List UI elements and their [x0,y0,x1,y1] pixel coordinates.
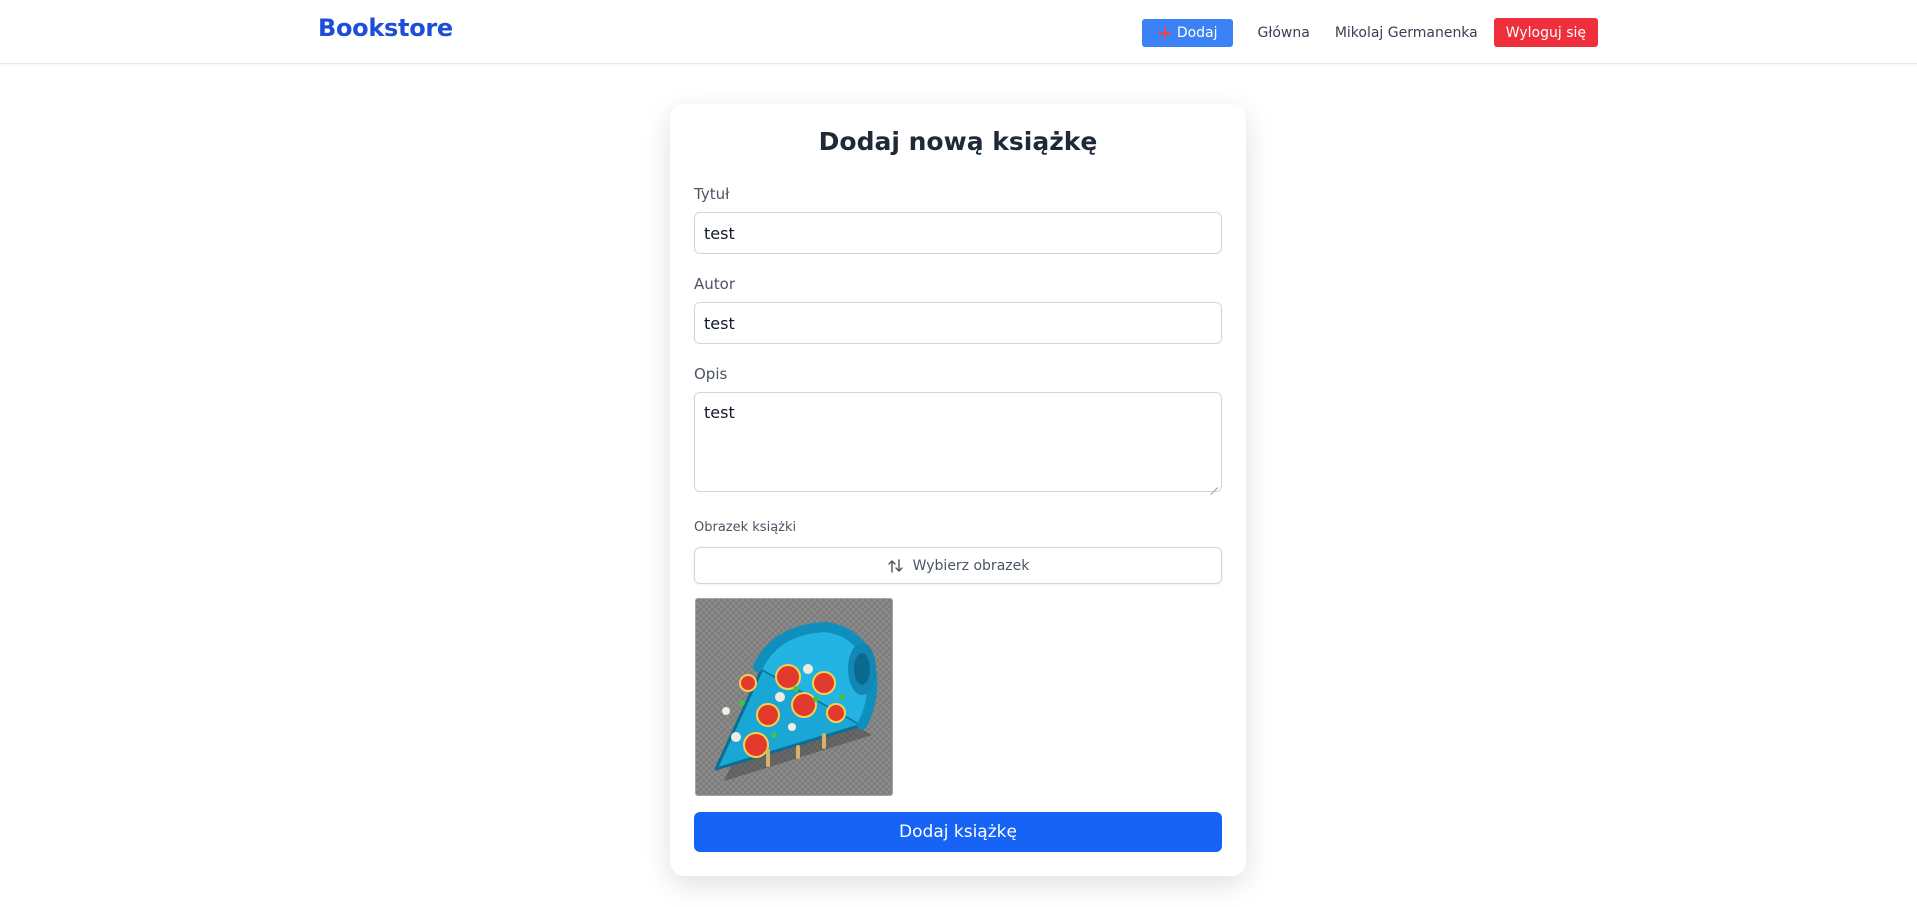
add-book-form-card: Dodaj nową książkę Tytuł test Autor test… [670,104,1246,876]
brand-logo[interactable]: Bookstore [318,14,453,42]
add-book-nav-label: Dodaj [1176,24,1218,41]
nav-link-user[interactable]: Mikolaj Germanenka [1335,25,1478,41]
description-field-label: Opis [694,365,728,383]
navbar: Bookstore Dodaj Główna Mikolaj Germanenk… [0,0,1917,64]
nav-menu: Dodaj Główna Mikolaj Germanenka Wyloguj … [1141,18,1598,47]
submit-add-book-button[interactable]: Dodaj książkę [694,812,1222,852]
author-input[interactable]: test [694,302,1222,344]
description-textarea[interactable]: test [694,392,1222,492]
description-value: test [704,403,735,422]
title-input[interactable]: test [694,212,1222,254]
page-title: Dodaj nową książkę [818,127,1098,156]
image-field-label: Obrazek książki [694,520,797,535]
logout-button[interactable]: Wyloguj się [1493,18,1598,47]
resize-handle[interactable] [1210,480,1218,488]
title-field-label: Tytuł [694,185,730,203]
swap-arrows-icon [887,558,903,573]
add-book-nav-button[interactable]: Dodaj [1141,18,1233,47]
nav-link-home[interactable]: Główna [1258,25,1310,41]
pizza-slice-image [714,621,878,781]
choose-image-label: Wybierz obrazek [912,557,1030,574]
author-field-label: Autor [694,275,735,293]
plus-icon [1158,26,1171,39]
choose-image-button[interactable]: Wybierz obrazek [694,547,1222,584]
book-image-preview [695,598,893,796]
